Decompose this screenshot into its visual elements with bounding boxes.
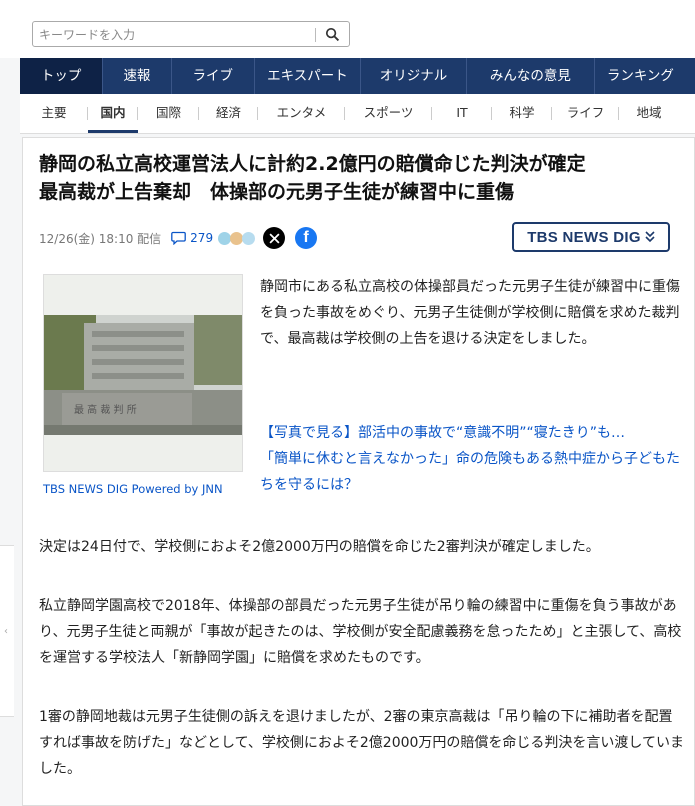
top-bar: [0, 0, 695, 58]
category-label: 主要: [41, 105, 67, 120]
related-link[interactable]: 【写真で見る】部活中の事故で“意識不明”“寝たきり”も…: [260, 420, 680, 446]
comment-count: 279: [190, 231, 214, 245]
category-label: スポーツ: [363, 105, 414, 120]
article-paragraph: 1審の静岡地裁は元男子生徒側の訴えを退けましたが、2審の東京高裁は「吊り輪の下に…: [39, 709, 684, 777]
category-label: エンタメ: [276, 105, 327, 120]
comment-link[interactable]: 279: [171, 231, 213, 245]
category-label: 国内: [100, 105, 126, 120]
article-paragraph: 私立静岡学園高校で2018年、体操部の部員だった元男子生徒が吊り輪の練習中に重傷…: [39, 598, 682, 666]
article-meta: 12/26(金) 18:10 配信 279 f: [39, 227, 318, 249]
category-tab[interactable]: ライフ: [552, 94, 619, 133]
source-logo[interactable]: TBS NEWS DIG: [512, 222, 670, 252]
svg-text:最 高 裁 判 所: 最 高 裁 判 所: [74, 403, 137, 416]
category-tab[interactable]: 経済: [199, 94, 258, 133]
search-button[interactable]: [315, 22, 349, 46]
category-tab-active[interactable]: 国内: [88, 94, 138, 133]
nav-ranking[interactable]: ランキング: [595, 58, 695, 94]
search-box: [32, 21, 350, 47]
category-label: 経済: [215, 105, 241, 120]
category-label: IT: [456, 105, 468, 120]
category-tab[interactable]: 科学: [492, 94, 552, 133]
publish-date: 12/26(金) 18:10 配信: [39, 231, 162, 246]
reaction-icon: [242, 231, 256, 245]
chevron-left-icon: ‹: [4, 626, 8, 637]
facebook-share-button[interactable]: f: [295, 227, 318, 249]
article-paragraph: 決定は24日付で、学校側におよそ2億2000万円の賠償を命じた2審判決が確定しま…: [39, 539, 600, 555]
category-label: 地域: [636, 105, 662, 120]
search-input[interactable]: [37, 25, 309, 45]
article-card: 静岡の私立高校運営法人に計約2.2億円の賠償命じた判決が確定 最高裁が上告棄却 …: [22, 137, 695, 806]
chevron-down-icon: [645, 231, 655, 243]
side-panel-edge[interactable]: ‹: [0, 545, 14, 717]
category-tab[interactable]: 国際: [138, 94, 199, 133]
category-tab[interactable]: IT: [432, 94, 492, 133]
related-link[interactable]: 「簡単に休むと言えなかった」命の危険もある熱中症から子どもたちを守るには？: [260, 446, 680, 498]
main-nav: トップ 速報 ライブ エキスパート オリジナル みんなの意見 ランキング: [20, 58, 695, 94]
court-building-image: 最 高 裁 判 所: [44, 275, 242, 471]
nav-live[interactable]: ライブ: [172, 58, 255, 94]
x-share-button[interactable]: [263, 227, 286, 249]
facebook-icon: f: [303, 229, 309, 246]
source-logo-text: TBS NEWS DIG: [527, 228, 641, 246]
title-line: 静岡の私立高校運営法人に計約2.2億円の賠償命じた判決が確定: [39, 153, 586, 175]
photo-caption: TBS NEWS DIG Powered by JNN: [43, 482, 223, 496]
comment-icon: [171, 231, 187, 245]
category-label: 科学: [509, 105, 535, 120]
category-label: 国際: [155, 105, 181, 120]
nav-opinions[interactable]: みんなの意見: [467, 58, 595, 94]
nav-top[interactable]: トップ: [20, 58, 104, 94]
search-icon: [325, 27, 339, 41]
article-title: 静岡の私立高校運営法人に計約2.2億円の賠償命じた判決が確定 最高裁が上告棄却 …: [39, 150, 679, 206]
category-tab[interactable]: 地域: [619, 94, 679, 133]
nav-breaking[interactable]: 速報: [103, 58, 172, 94]
category-tab[interactable]: スポーツ: [345, 94, 432, 133]
nav-expert[interactable]: エキスパート: [255, 58, 361, 94]
x-logo-icon: [269, 232, 280, 244]
category-label: ライフ: [566, 105, 605, 120]
title-line: 最高裁が上告棄却 体操部の元男子生徒が練習中に重傷: [39, 181, 515, 203]
related-links: 【写真で見る】部活中の事故で“意識不明”“寝たきり”も… 「簡単に休むと言えなか…: [260, 420, 680, 498]
category-nav: 主要 国内 国際 経済 エンタメ スポーツ IT 科学 ライフ 地域: [20, 94, 695, 134]
nav-original[interactable]: オリジナル: [361, 58, 467, 94]
reaction-icons: [218, 231, 256, 245]
article-photo[interactable]: 最 高 裁 判 所: [43, 274, 243, 472]
category-tab[interactable]: エンタメ: [258, 94, 345, 133]
article-lead: 静岡市にある私立高校の体操部員だった元男子生徒が練習中に重傷を負った事故をめぐり…: [260, 279, 680, 347]
category-tab[interactable]: 主要: [20, 94, 88, 133]
